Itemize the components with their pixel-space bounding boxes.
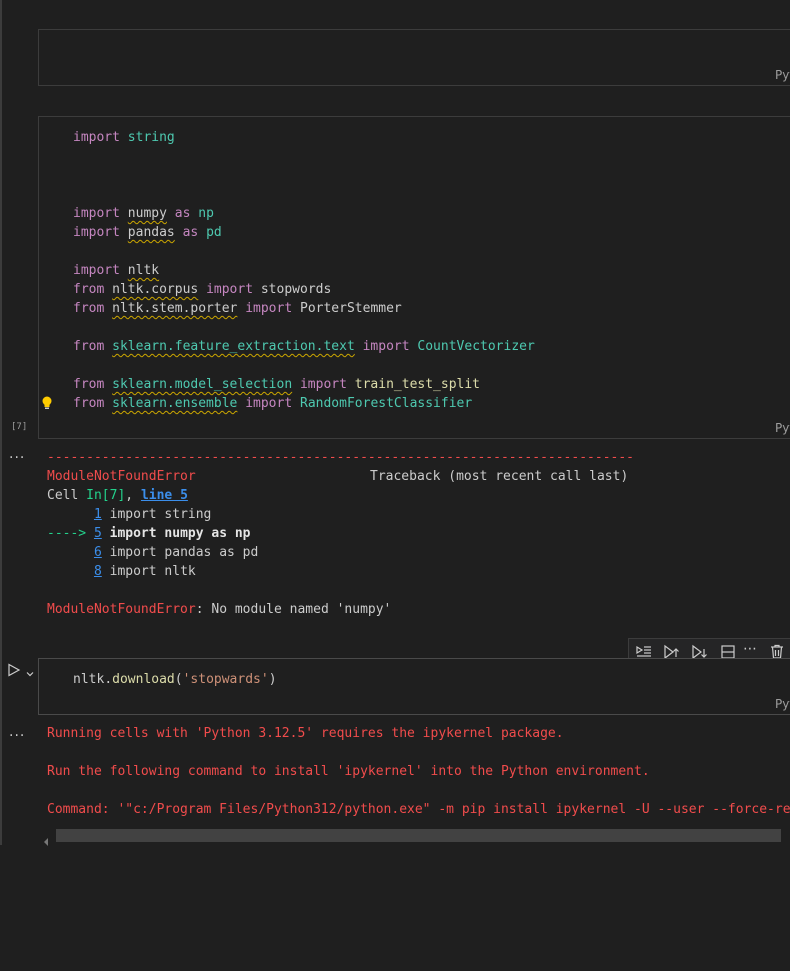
arrow: [47, 507, 94, 522]
chevron-down-icon[interactable]: [25, 664, 35, 677]
dot: .: [104, 672, 113, 687]
code-line: from sklearn.model_selection import trai…: [73, 375, 480, 394]
keyword: from: [73, 377, 105, 392]
cell-prefix: Cell: [47, 488, 87, 503]
traceback-line: 1 import string: [47, 505, 211, 524]
keyword: import: [362, 339, 410, 354]
scroll-left-icon[interactable]: [43, 831, 49, 846]
kernel-error-line: Command: '"c:/Program Files/Python312/py…: [47, 802, 790, 817]
arrow: ---->: [47, 526, 94, 541]
output-more-icon[interactable]: ...: [9, 446, 25, 462]
cell-in-ref: In[7]: [86, 488, 126, 503]
keyword: from: [73, 339, 105, 354]
cell-sep: ,: [125, 488, 141, 503]
line-link[interactable]: line 5: [141, 488, 188, 503]
scrollbar-thumb[interactable]: [56, 829, 781, 842]
traceback-label: Traceback (most recent call last): [370, 469, 629, 484]
module-name: numpy: [127, 206, 167, 221]
arrow: [47, 545, 94, 560]
module-name: sklearn.ensemble: [112, 396, 238, 411]
paren: ): [268, 672, 277, 687]
keyword: as: [182, 225, 199, 240]
traceback-line: ----> 5 import numpy as np: [47, 524, 251, 543]
lightbulb-icon[interactable]: [41, 395, 53, 409]
code-line: from nltk.corpus import stopwords: [73, 280, 331, 299]
traceback-code: import pandas as pd: [101, 545, 259, 560]
code-line: from sklearn.feature_extraction.text imp…: [73, 337, 535, 356]
code-line: import nltk: [73, 261, 159, 280]
final-error: ModuleNotFoundError: No module named 'nu…: [47, 600, 391, 619]
cell-language-label[interactable]: Pyth: [775, 697, 790, 711]
module-name: pandas: [127, 225, 175, 240]
output-more-icon[interactable]: ...: [9, 724, 25, 740]
imported-name: CountVectorizer: [417, 339, 535, 354]
imported-name: PorterStemmer: [300, 301, 402, 316]
alias: np: [198, 206, 214, 221]
keyword: from: [73, 282, 105, 297]
object-name: nltk: [73, 672, 105, 687]
cell-language-label[interactable]: Pyt: [775, 68, 790, 82]
imported-name: stopwords: [260, 282, 332, 297]
string-literal: 'stopwards': [182, 672, 269, 687]
error-name: ModuleNotFoundError: [47, 602, 196, 617]
module-name: nltk.stem.porter: [112, 301, 238, 316]
module-name: sklearn.model_selection: [112, 377, 293, 392]
keyword: import: [245, 301, 293, 316]
execution-count: [7]: [11, 422, 28, 432]
function-name: download: [112, 672, 175, 687]
traceback-line: 6 import pandas as pd: [47, 543, 258, 562]
code-line: from nltk.stem.porter import PorterStemm…: [73, 299, 402, 318]
traceback-code: import nltk: [101, 564, 196, 579]
keyword: import: [299, 377, 347, 392]
kernel-error-line: Running cells with 'Python 3.12.5' requi…: [47, 726, 564, 741]
imported-name: RandomForestClassifier: [300, 396, 473, 411]
module-name: string: [127, 130, 175, 145]
module-name: nltk.corpus: [112, 282, 199, 297]
kernel-error-line: Run the following command to install 'ip…: [47, 764, 650, 779]
keyword: from: [73, 396, 105, 411]
traceback-location: Cell In[7], line 5: [47, 486, 188, 505]
empty-code-cell[interactable]: Pyt: [38, 29, 790, 86]
keyword: import: [245, 396, 293, 411]
keyword: from: [73, 301, 105, 316]
traceback-line: 8 import nltk: [47, 562, 196, 581]
traceback-separator: ----------------------------------------…: [47, 450, 634, 465]
module-name: nltk: [127, 263, 160, 278]
error-name: ModuleNotFoundError: [47, 469, 196, 484]
keyword: as: [174, 206, 191, 221]
cell-gutter-line: [0, 0, 2, 845]
more-actions-icon[interactable]: ⋯: [743, 641, 761, 659]
traceback-header: ModuleNotFoundError Traceback (most recen…: [47, 467, 628, 486]
keyword: import: [73, 225, 120, 240]
arrow: [47, 564, 94, 579]
paren: (: [174, 672, 183, 687]
imported-name: train_test_split: [354, 377, 481, 392]
error-message: : No module named 'numpy': [195, 602, 392, 617]
code-line: import string: [73, 128, 175, 147]
line-number-link[interactable]: 5: [94, 526, 102, 541]
code-line: nltk.download('stopwards'): [73, 670, 277, 689]
keyword: import: [73, 130, 120, 145]
keyword: import: [206, 282, 254, 297]
alias: pd: [206, 225, 222, 240]
line-number-link[interactable]: 6: [94, 545, 102, 560]
code-line: import numpy as np: [73, 204, 214, 223]
keyword: import: [73, 263, 120, 278]
traceback-code: import string: [101, 507, 212, 522]
line-number-link[interactable]: 1: [94, 507, 102, 522]
module-name: sklearn.feature_extraction.text: [112, 339, 355, 354]
cell-language-label[interactable]: Pyt: [775, 421, 790, 435]
code-line: import pandas as pd: [73, 223, 222, 242]
line-number-link[interactable]: 8: [94, 564, 102, 579]
run-cell-icon[interactable]: [7, 662, 21, 677]
traceback-code: import numpy as np: [101, 526, 251, 541]
keyword: import: [73, 206, 120, 221]
code-line: from sklearn.ensemble import RandomFores…: [73, 394, 472, 413]
